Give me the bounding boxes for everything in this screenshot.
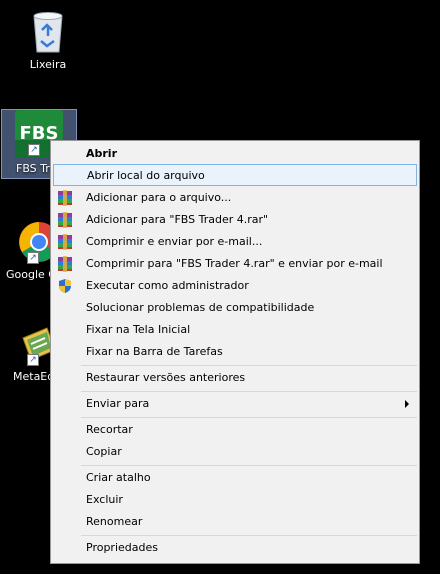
menu-item-label: Fixar na Tela Inicial xyxy=(86,323,191,336)
menu-item-label: Comprimir para "FBS Trader 4.rar" e envi… xyxy=(86,257,383,270)
menu-item-label: Enviar para xyxy=(86,397,150,410)
menu-item-label: Executar como administrador xyxy=(86,279,249,292)
menu-separator xyxy=(81,365,417,366)
menu-separator xyxy=(81,391,417,392)
menu-item-label: Fixar na Barra de Tarefas xyxy=(86,345,223,358)
menu-item-label: Criar atalho xyxy=(86,471,151,484)
menu-item-label: Solucionar problemas de compatibilidade xyxy=(86,301,315,314)
menu-item-label: Propriedades xyxy=(86,541,158,554)
menu-item-run-as-admin[interactable]: Executar como administrador xyxy=(53,275,417,297)
menu-item-label: Restaurar versões anteriores xyxy=(86,371,246,384)
shortcut-arrow-icon: ↗ xyxy=(27,354,39,366)
menu-item-troubleshoot-compatibility[interactable]: Solucionar problemas de compatibilidade xyxy=(53,297,417,319)
menu-item-add-to-archive[interactable]: Adicionar para o arquivo... xyxy=(53,187,417,209)
menu-item-label: Recortar xyxy=(86,423,133,436)
context-menu: Abrir Abrir local do arquivo Adicionar p… xyxy=(50,140,420,564)
menu-item-compress-rar-and-email[interactable]: Comprimir para "FBS Trader 4.rar" e envi… xyxy=(53,253,417,275)
menu-item-label: Renomear xyxy=(86,515,143,528)
menu-item-copy[interactable]: Copiar xyxy=(53,441,417,463)
menu-separator xyxy=(81,465,417,466)
menu-item-label: Comprimir e enviar por e-mail... xyxy=(86,235,263,248)
menu-separator xyxy=(81,417,417,418)
recycle-bin-icon xyxy=(33,12,63,53)
menu-item-label: Copiar xyxy=(86,445,122,458)
menu-item-rename[interactable]: Renomear xyxy=(53,511,417,533)
menu-item-label: Excluir xyxy=(86,493,123,506)
menu-item-add-to-rar[interactable]: Adicionar para "FBS Trader 4.rar" xyxy=(53,209,417,231)
winrar-icon xyxy=(58,190,72,206)
menu-item-create-shortcut[interactable]: Criar atalho xyxy=(53,467,417,489)
shortcut-arrow-icon: ↗ xyxy=(27,252,39,264)
menu-item-open[interactable]: Abrir xyxy=(53,143,417,165)
menu-item-properties[interactable]: Propriedades xyxy=(53,537,417,559)
menu-item-label: Adicionar para o arquivo... xyxy=(86,191,232,204)
uac-shield-icon xyxy=(59,279,71,293)
menu-item-label: Adicionar para "FBS Trader 4.rar" xyxy=(86,213,269,226)
menu-item-open-file-location[interactable]: Abrir local do arquivo xyxy=(53,164,417,186)
desktop-icon-label: Lixeira xyxy=(29,58,67,71)
winrar-icon xyxy=(58,234,72,250)
menu-item-pin-to-taskbar[interactable]: Fixar na Barra de Tarefas xyxy=(53,341,417,363)
desktop-icon-recycle-bin[interactable]: Lixeira xyxy=(10,6,86,76)
menu-item-pin-to-start[interactable]: Fixar na Tela Inicial xyxy=(53,319,417,341)
menu-item-label: Abrir local do arquivo xyxy=(87,169,205,182)
winrar-icon xyxy=(58,212,72,228)
menu-item-label: Abrir xyxy=(86,147,118,160)
menu-item-delete[interactable]: Excluir xyxy=(53,489,417,511)
menu-separator xyxy=(81,535,417,536)
menu-item-send-to[interactable]: Enviar para xyxy=(53,393,417,415)
winrar-icon xyxy=(58,256,72,272)
menu-item-restore-previous-versions[interactable]: Restaurar versões anteriores xyxy=(53,367,417,389)
shortcut-arrow-icon: ↗ xyxy=(28,144,40,156)
submenu-arrow-icon xyxy=(405,400,409,408)
menu-item-compress-and-email[interactable]: Comprimir e enviar por e-mail... xyxy=(53,231,417,253)
menu-item-cut[interactable]: Recortar xyxy=(53,419,417,441)
